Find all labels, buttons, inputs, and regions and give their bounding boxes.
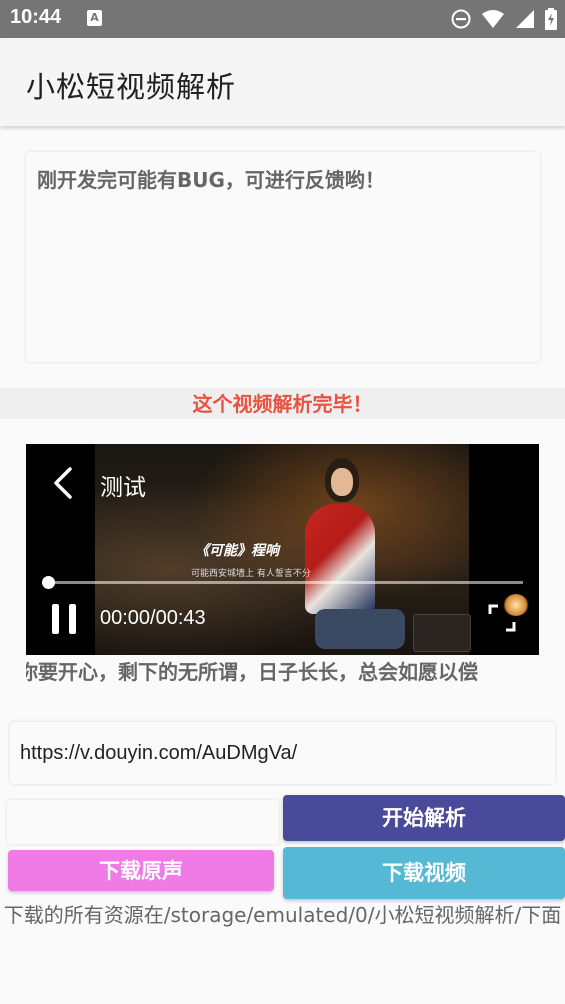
back-arrow-icon[interactable] (48, 466, 78, 500)
singer-face (331, 468, 353, 496)
app-title: 小松短视频解析 (26, 70, 237, 104)
quote-marquee: 你要开心，剩下的无所谓，日子长长，总会如愿以偿 (26, 658, 540, 690)
video-subtitle-title: 《可能》程响 (195, 543, 279, 559)
amplifier (413, 614, 471, 652)
do-not-disturb-icon (451, 9, 471, 29)
wifi-icon (482, 10, 504, 28)
signal-icon (516, 10, 534, 28)
singer-legs (315, 609, 405, 649)
singer-body (305, 504, 375, 614)
pause-icon[interactable] (52, 604, 76, 634)
parse-status-bar: 这个视频解析完毕！ (0, 388, 565, 419)
download-path-note: 下载的所有资源在/storage/emulated/0/小松短视频解析/下面 (3, 903, 562, 927)
notice-card: 刚开发完可能有BUG，可进行反馈哟！ (26, 152, 540, 362)
app-bar: 小松短视频解析 (0, 38, 565, 126)
battery-icon (545, 8, 557, 30)
video-progress-bar[interactable] (48, 581, 523, 584)
fullscreen-icon[interactable] (488, 604, 516, 632)
download-video-button[interactable]: 下载视频 (283, 847, 565, 899)
start-parse-button[interactable]: 开始解析 (283, 795, 565, 841)
quote-text: 你要开心，剩下的无所谓，日子长长，总会如愿以偿 (26, 660, 478, 684)
video-subtitle-line: 可能西安城墙上 有人誓言不分 (191, 569, 311, 579)
status-icons (451, 8, 557, 30)
video-player[interactable]: 《可能》程响 可能西安城墙上 有人誓言不分 测试 00:00/00:43 (26, 444, 539, 655)
download-audio-button[interactable]: 下载原声 (8, 850, 274, 891)
url-input-card[interactable] (10, 722, 555, 784)
video-progress-knob[interactable] (42, 576, 55, 589)
keyboard-a-icon: A (87, 10, 102, 26)
video-time: 00:00/00:43 (100, 607, 206, 629)
video-title: 测试 (100, 475, 146, 501)
url-input[interactable] (20, 736, 540, 770)
parse-status-text: 这个视频解析完毕！ (192, 392, 373, 416)
status-time: 10:44 (10, 6, 62, 28)
notice-text: 刚开发完可能有BUG，可进行反馈哟！ (37, 168, 385, 192)
status-bar: 10:44 A (0, 0, 565, 38)
empty-input-field[interactable] (7, 800, 279, 844)
